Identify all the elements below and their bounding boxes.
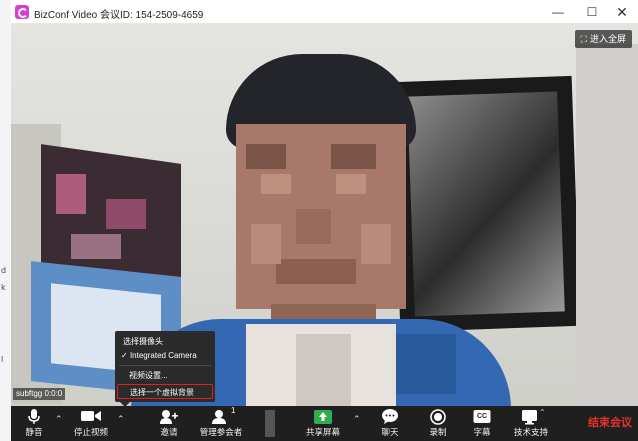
share-screen-label: 共享屏幕 <box>305 427 341 437</box>
chat-icon <box>382 409 398 424</box>
video-camera-icon <box>81 411 101 421</box>
invite-label: 邀请 <box>160 427 178 437</box>
audio-options-chevron-icon[interactable]: ⌃ <box>55 414 63 425</box>
menu-item-label: 选择一个虚拟背景 <box>130 388 194 397</box>
tech-support-icon <box>522 410 537 425</box>
share-options-chevron-icon[interactable]: ⌃ <box>353 414 361 425</box>
participants-count-badge: 1 <box>231 406 236 415</box>
camera-menu: 选择摄像头 ✓ Integrated Camera 视频设置... 选择一个虚拟… <box>115 331 215 407</box>
meeting-toolbar: 静音 ⌃ 停止视频 ⌃ 邀请 1 管理参会者 共享屏幕 ⌃ 聊天 录制 CC 字… <box>11 406 638 441</box>
video-feed: ⛶ 进入全屏 subftgg 0:0:0 <box>11 24 638 406</box>
menu-header-select-camera: 选择摄像头 <box>123 337 163 346</box>
closed-captions-icon: CC <box>473 410 491 423</box>
meeting-window: d k l BizConf Video 会议ID: 154-2509-4659 … <box>0 0 638 441</box>
mute-label: 静音 <box>25 427 43 437</box>
title-bar: BizConf Video 会议ID: 154-2509-4659 — ☐ ✕ <box>11 0 638 24</box>
participant-name-tag: subftgg 0:0:0 <box>13 388 66 400</box>
manage-participants-button[interactable]: 1 管理参会者 <box>196 406 246 441</box>
edge-letter: k <box>1 283 6 292</box>
toolbar-divider <box>265 410 275 437</box>
share-screen-button[interactable]: 共享屏幕 <box>299 406 347 441</box>
checkmark-icon: ✓ <box>121 351 130 360</box>
chat-label: 聊天 <box>381 427 399 437</box>
stop-video-label: 停止视频 <box>73 427 109 437</box>
end-meeting-button[interactable]: 结束会议 <box>588 414 632 430</box>
manage-participants-label: 管理参会者 <box>199 427 243 437</box>
bizconf-logo-icon <box>15 5 29 19</box>
tech-support-label: 技术支持 <box>513 427 549 437</box>
fullscreen-label: 进入全屏 <box>589 34 626 44</box>
background-window-edge: d k l <box>0 0 11 441</box>
record-label: 录制 <box>429 427 447 437</box>
invite-button[interactable]: 邀请 <box>154 406 184 441</box>
maximize-button[interactable]: ☐ <box>577 2 607 22</box>
fullscreen-icon: ⛶ <box>580 34 587 44</box>
record-icon <box>430 409 446 425</box>
maximize-icon: ☐ <box>586 5 598 19</box>
invite-icon <box>160 410 178 424</box>
subtitles-button[interactable]: CC 字幕 <box>469 406 495 441</box>
record-button[interactable]: 录制 <box>425 406 451 441</box>
menu-item-video-settings[interactable]: 视频设置... <box>129 370 168 381</box>
close-button[interactable]: ✕ <box>607 2 637 22</box>
subtitles-label: 字幕 <box>473 427 491 437</box>
minimize-icon: — <box>552 5 564 19</box>
menu-divider <box>119 365 211 366</box>
microphone-icon <box>28 409 40 424</box>
edge-letter: d <box>1 266 7 275</box>
menu-item-integrated-camera[interactable]: ✓ Integrated Camera <box>121 351 197 360</box>
tech-support-button[interactable]: ⌃ 技术支持 <box>509 406 553 441</box>
participants-icon <box>212 410 226 424</box>
mute-button[interactable]: 静音 <box>19 406 49 441</box>
stop-video-button[interactable]: 停止视频 <box>69 406 113 441</box>
menu-item-label: Integrated Camera <box>129 351 197 360</box>
menu-item-virtual-background[interactable]: 选择一个虚拟背景 <box>117 384 213 399</box>
window-title: BizConf Video 会议ID: 154-2509-4659 <box>34 10 204 21</box>
close-icon: ✕ <box>616 4 628 20</box>
chat-button[interactable]: 聊天 <box>377 406 403 441</box>
tech-support-chevron-icon: ⌃ <box>539 408 546 417</box>
video-options-chevron-icon[interactable]: ⌃ <box>117 414 125 425</box>
share-screen-icon <box>314 410 332 424</box>
fullscreen-button[interactable]: ⛶ 进入全屏 <box>574 30 632 48</box>
minimize-button[interactable]: — <box>543 2 573 22</box>
edge-letter: l <box>1 355 4 364</box>
